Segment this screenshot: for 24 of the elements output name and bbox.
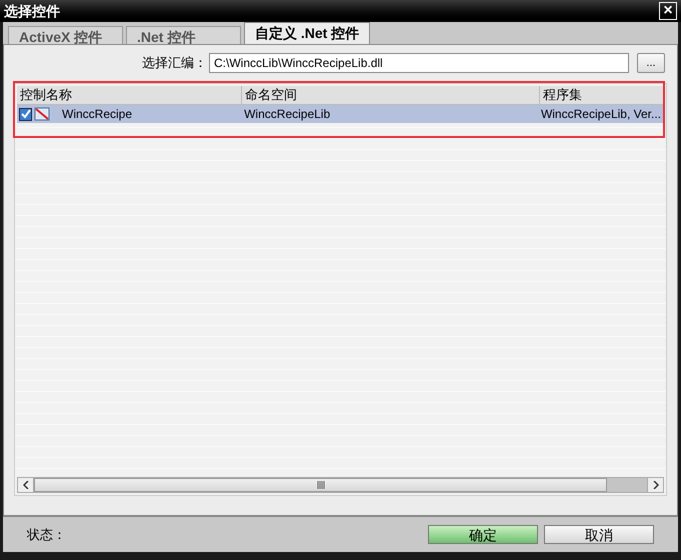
column-header[interactable]: 程序集 bbox=[540, 86, 664, 104]
ok-button[interactable]: 确定 bbox=[428, 525, 538, 544]
horizontal-scrollbar[interactable] bbox=[17, 477, 664, 493]
table-cell-text: WinccRecipeLib, Ver... bbox=[540, 106, 662, 123]
table-row[interactable]: WinccRecipe WinccRecipeLib WinccRecipeLib, Ver... bbox=[17, 105, 664, 123]
tab[interactable]: ActiveX 控件 bbox=[8, 26, 123, 44]
column-header[interactable]: 命名空间 bbox=[242, 86, 540, 104]
assembly-field[interactable]: C:\WinccLib\WinccRecipeLib.dll bbox=[209, 53, 629, 73]
window-title: 选择控件 bbox=[4, 2, 60, 20]
scroll-left-icon[interactable] bbox=[18, 478, 34, 492]
tab[interactable]: .Net 控件 bbox=[126, 26, 241, 44]
close-button[interactable]: × bbox=[659, 2, 677, 20]
scroll-right-icon[interactable] bbox=[647, 478, 663, 492]
cancel-button[interactable]: 取消 bbox=[544, 525, 654, 544]
table-cell-text: WinccRecipe bbox=[62, 106, 132, 123]
assembly-label: 选择汇编： bbox=[142, 54, 207, 72]
scroll-thumb[interactable] bbox=[34, 478, 607, 492]
status-label: 状态： bbox=[27, 526, 67, 544]
tab[interactable]: 自定义 .Net 控件 bbox=[244, 22, 370, 44]
browse-button[interactable]: ... bbox=[637, 53, 665, 73]
control-icon bbox=[34, 107, 50, 121]
column-header[interactable]: 控制名称 bbox=[17, 86, 242, 104]
checkbox[interactable] bbox=[19, 108, 32, 120]
table-cell-text: WinccRecipeLib bbox=[243, 106, 332, 123]
